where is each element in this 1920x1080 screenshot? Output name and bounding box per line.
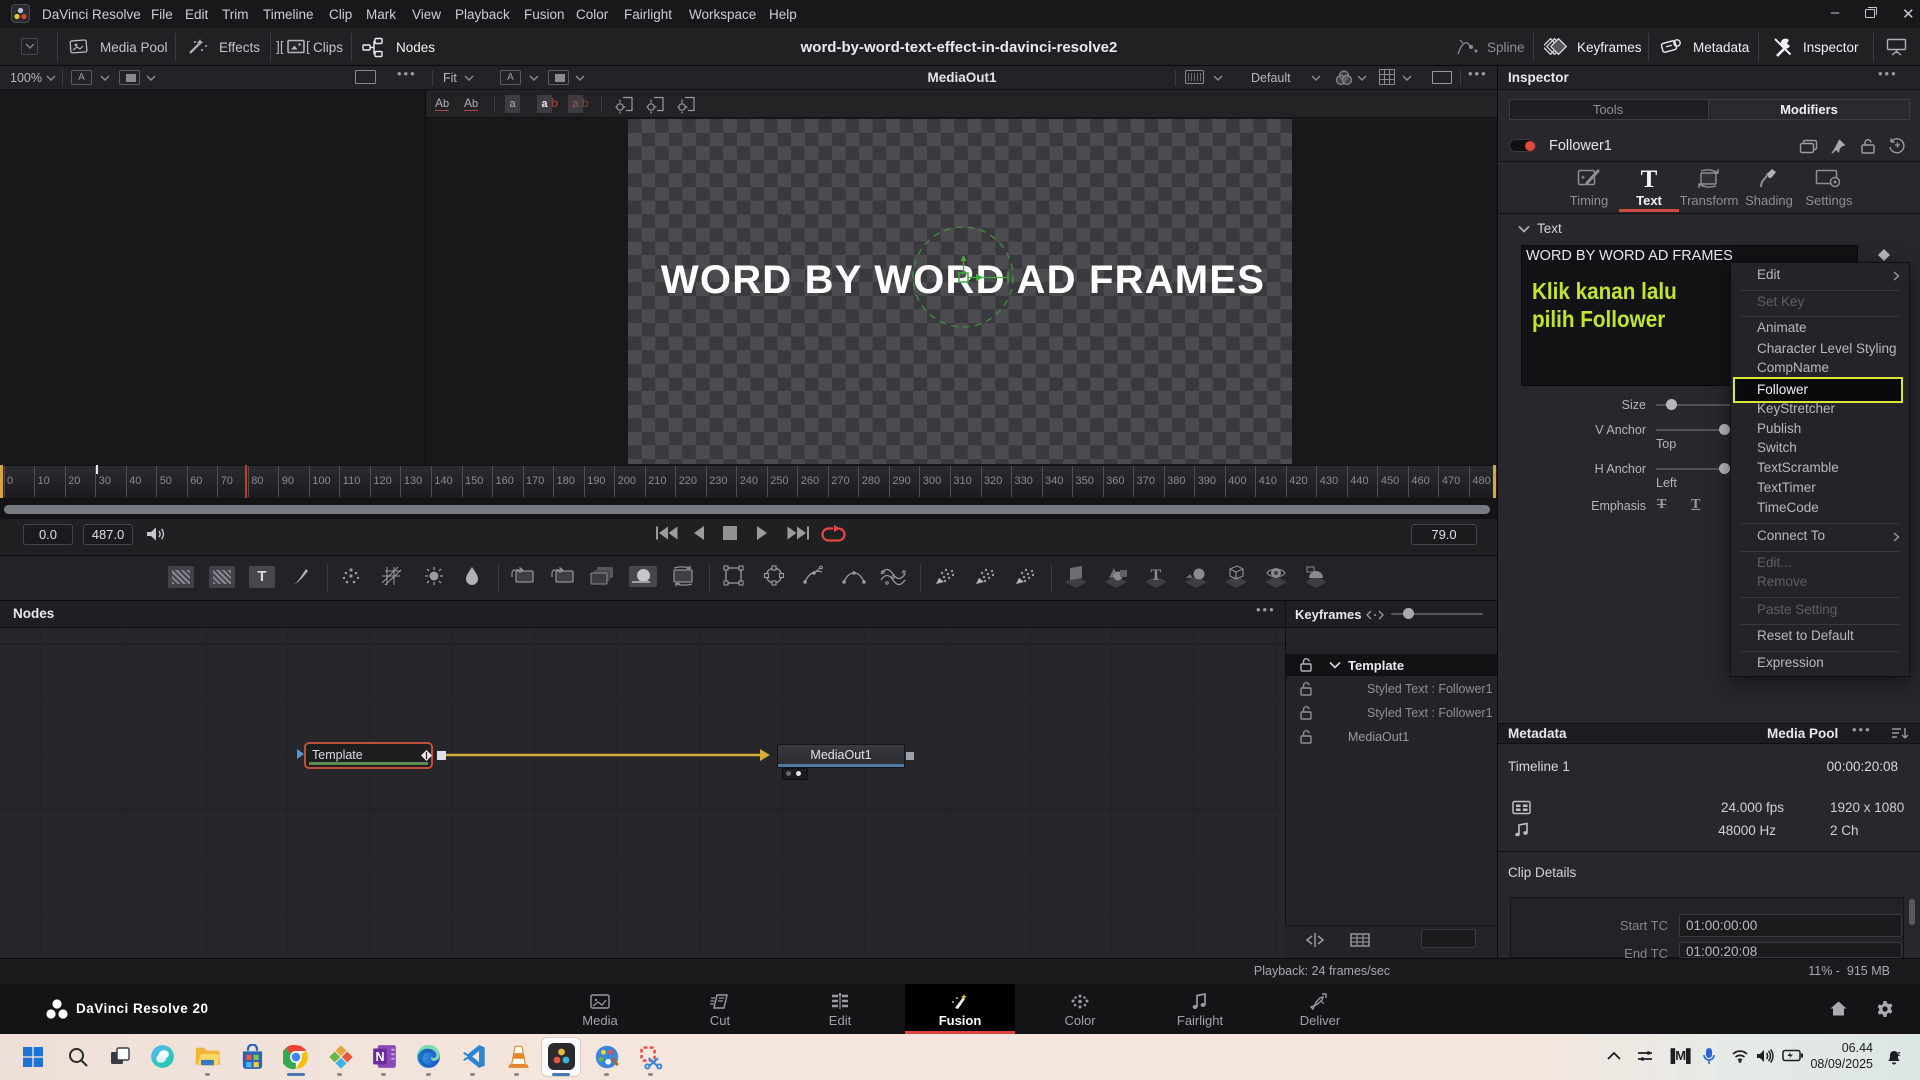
svg-text:z: z xyxy=(1897,1051,1901,1058)
svg-text:T: T xyxy=(1151,567,1162,584)
svg-text:N: N xyxy=(375,1050,384,1064)
